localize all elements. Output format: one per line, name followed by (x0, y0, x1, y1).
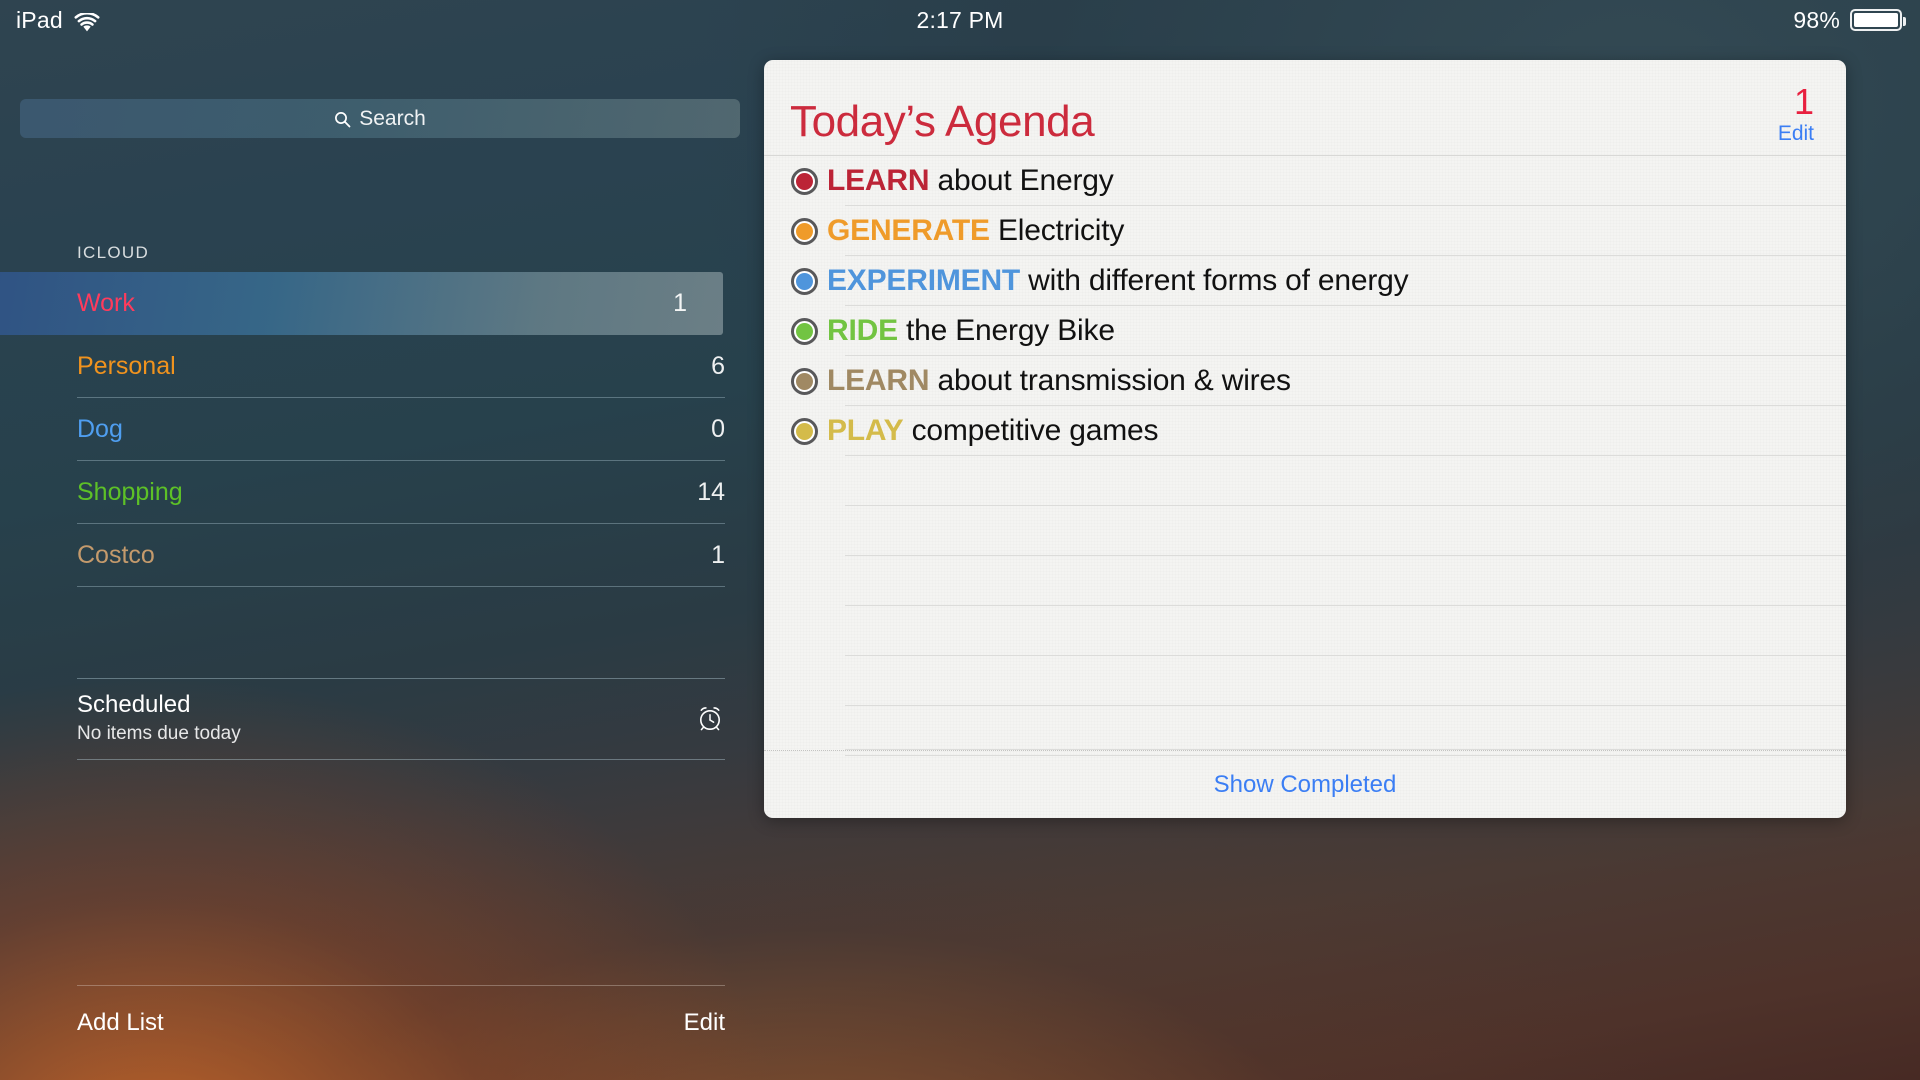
sidebar-toolbar: Add List Edit (77, 985, 725, 1037)
reminder-rest: with different forms of energy (1020, 264, 1409, 297)
search-placeholder: Search (359, 106, 426, 130)
circle-icon (790, 267, 818, 295)
sidebar-item-shopping[interactable]: Shopping 14 (0, 461, 760, 524)
detail-header: Today’s Agenda 1 Edit (764, 60, 1846, 156)
status-bar: iPad 2:17 PM 98% (0, 0, 1920, 40)
circle-icon (790, 367, 818, 395)
empty-reminder-row[interactable] (764, 456, 1846, 506)
ipad-screen: iPad 2:17 PM 98% Search ICLOUD Work 1 Pe… (0, 0, 1920, 1080)
show-completed-button[interactable]: Show Completed (1214, 771, 1397, 799)
list-row-inner: Costco 1 (77, 524, 725, 587)
sidebar: Search ICLOUD Work 1 Personal 6 Dog 0 Shopping… (0, 40, 760, 1080)
empty-reminder-row[interactable] (764, 556, 1846, 606)
list-name: Costco (77, 541, 155, 569)
page-title: Today’s Agenda (790, 97, 1095, 146)
search-icon (334, 111, 351, 128)
bullet-dot (795, 372, 813, 390)
status-bar-right: 98% (1793, 6, 1906, 34)
reminder-keyword: LEARN (827, 364, 930, 397)
reminder-row[interactable]: LEARN about transmission & wires (764, 356, 1846, 406)
list-name: Dog (77, 415, 123, 443)
reminder-row[interactable]: GENERATE Electricity (764, 206, 1846, 256)
sidebar-item-work[interactable]: Work 1 (0, 272, 723, 335)
scheduled-text-block: Scheduled No items due today (77, 691, 241, 745)
list-count: 14 (697, 478, 725, 506)
account-group-header: ICLOUD (77, 243, 150, 262)
reminder-checkbox[interactable] (781, 167, 827, 195)
edit-reminders-button[interactable]: Edit (1778, 122, 1814, 146)
reminder-list: LEARN about Energy GENERATE Electricity EX… (764, 156, 1846, 756)
reminder-row[interactable]: LEARN about Energy (764, 156, 1846, 206)
search-input[interactable]: Search (20, 99, 740, 138)
reminder-keyword: EXPERIMENT (827, 264, 1021, 297)
alarm-clock-icon (695, 703, 725, 733)
add-list-button[interactable]: Add List (77, 1009, 164, 1037)
reminder-lists: Work 1 Personal 6 Dog 0 Shopping 14 Costco 1 (0, 272, 760, 587)
bullet-dot (795, 422, 813, 440)
reminder-text: LEARN about transmission & wires (827, 364, 1291, 398)
empty-reminder-row[interactable] (764, 606, 1846, 656)
sidebar-item-scheduled[interactable]: Scheduled No items due today (77, 678, 725, 760)
circle-icon (790, 217, 818, 245)
bullet-dot (795, 272, 813, 290)
battery-fill (1854, 13, 1898, 27)
reminder-count-badge: 1 (1793, 81, 1814, 122)
list-count: 1 (711, 541, 725, 569)
reminder-checkbox[interactable] (781, 417, 827, 445)
list-count: 6 (711, 352, 725, 380)
sidebar-item-dog[interactable]: Dog 0 (0, 398, 760, 461)
reminder-keyword: LEARN (827, 164, 930, 197)
circle-icon (790, 317, 818, 345)
list-count: 1 (673, 289, 687, 317)
reminder-row[interactable]: RIDE the Energy Bike (764, 306, 1846, 356)
reminder-text: PLAY competitive games (827, 414, 1159, 448)
battery-icon (1850, 9, 1906, 31)
list-row-inner: Personal 6 (77, 335, 725, 398)
status-bar-clock: 2:17 PM (916, 6, 1004, 33)
reminder-rest: Electricity (989, 214, 1125, 247)
reminder-text: EXPERIMENT with different forms of energ… (827, 264, 1409, 298)
circle-icon (790, 167, 818, 195)
empty-reminder-row[interactable] (764, 506, 1846, 556)
list-name: Personal (77, 352, 176, 380)
sidebar-item-personal[interactable]: Personal 6 (0, 335, 760, 398)
reminder-keyword: RIDE (827, 314, 898, 347)
reminder-checkbox[interactable] (781, 367, 827, 395)
reminder-keyword: GENERATE (827, 214, 990, 247)
list-count: 0 (711, 415, 725, 443)
reminder-detail-panel: Today’s Agenda 1 Edit LEARN about Energy… (764, 60, 1846, 818)
scheduled-subtitle: No items due today (77, 723, 241, 744)
sidebar-item-costco[interactable]: Costco 1 (0, 524, 760, 587)
edit-lists-button[interactable]: Edit (684, 1009, 725, 1037)
reminder-checkbox[interactable] (781, 317, 827, 345)
detail-footer: Show Completed (764, 750, 1846, 818)
reminder-keyword: PLAY (827, 414, 904, 447)
reminder-rest: competitive games (903, 414, 1159, 447)
list-row-inner: Work 1 (77, 272, 687, 335)
reminder-text: RIDE the Energy Bike (827, 314, 1115, 348)
reminder-rest: about transmission & wires (929, 364, 1291, 397)
bullet-dot (795, 222, 813, 240)
reminder-text: GENERATE Electricity (827, 214, 1124, 248)
empty-reminder-row[interactable] (764, 656, 1846, 706)
reminder-text: LEARN about Energy (827, 164, 1114, 198)
reminder-checkbox[interactable] (781, 217, 827, 245)
battery-percent-label: 98% (1793, 6, 1840, 33)
reminder-rest: the Energy Bike (897, 314, 1115, 347)
list-name: Work (77, 289, 135, 317)
list-row-inner: Dog 0 (77, 398, 725, 461)
list-name: Shopping (77, 478, 183, 506)
reminder-rest: about Energy (929, 164, 1114, 197)
bullet-dot (795, 322, 813, 340)
bullet-dot (795, 172, 813, 190)
circle-icon (790, 417, 818, 445)
list-row-inner: Shopping 14 (77, 461, 725, 524)
reminder-checkbox[interactable] (781, 267, 827, 295)
reminder-row[interactable]: EXPERIMENT with different forms of energ… (764, 256, 1846, 306)
scheduled-title: Scheduled (77, 691, 191, 718)
reminder-row[interactable]: PLAY competitive games (764, 406, 1846, 456)
